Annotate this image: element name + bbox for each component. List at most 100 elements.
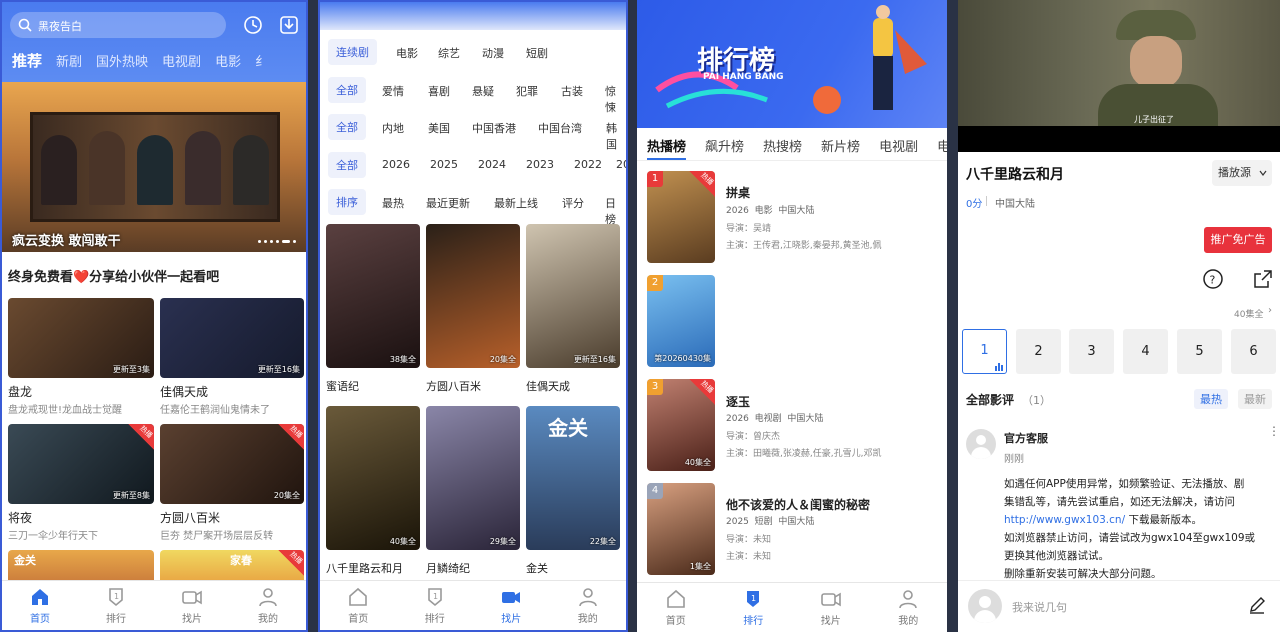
episode-button[interactable]: 3 xyxy=(1069,329,1114,374)
filter-chip[interactable]: 2024 xyxy=(478,158,506,171)
filter-chip[interactable]: 最热 xyxy=(382,195,404,211)
nav-tab-more[interactable]: 纟 xyxy=(255,51,268,71)
rank-ep: 第20260430集 xyxy=(654,354,711,363)
poster-jiaou[interactable]: 更新至16集 xyxy=(526,224,620,368)
episode-button[interactable]: 5 xyxy=(1177,329,1222,374)
tab-search[interactable]: 热搜榜 xyxy=(763,136,802,160)
nav-tab-foreign[interactable]: 国外热映 xyxy=(96,51,148,71)
filter-chip[interactable]: 美国 xyxy=(428,120,450,136)
banner[interactable]: 疯云变换 敢闯敢干 xyxy=(2,82,306,252)
find-header xyxy=(320,2,626,30)
filter-chip[interactable]: 最近更新 xyxy=(426,195,470,211)
card-desc: 盘龙戒现世!龙血战士觉醒 xyxy=(8,405,123,416)
promo-button[interactable]: 推广免广告 xyxy=(1204,227,1272,253)
nav-tab-recommend[interactable]: 推荐 xyxy=(12,50,42,71)
tab-hot[interactable]: 热播榜 xyxy=(647,136,687,160)
help-icon[interactable]: ? xyxy=(1202,268,1224,290)
episode-button[interactable]: 6 xyxy=(1231,329,1276,374)
tab-home[interactable]: 首页 xyxy=(2,581,78,630)
filter-chip[interactable]: 电影 xyxy=(396,45,418,61)
hot-badge: 热播 xyxy=(278,424,304,450)
filter-chip[interactable]: 中国香港 xyxy=(472,120,516,136)
filter-chip[interactable]: 韩国 xyxy=(606,120,626,152)
source-select[interactable]: 播放源 xyxy=(1212,160,1272,186)
tab-tv[interactable]: 电视剧 xyxy=(879,136,918,160)
poster-jinguan[interactable]: 金关 22集全 xyxy=(526,406,620,550)
rank-poster: 4 1集全 xyxy=(647,483,715,575)
filter-chip[interactable]: 2025 xyxy=(430,158,458,171)
more-icon[interactable]: ⋮ xyxy=(1268,425,1280,437)
poster-baqianli[interactable]: 40集全 xyxy=(326,406,420,550)
tab-mine[interactable]: 我的 xyxy=(550,581,627,630)
filter-chip[interactable]: 2026 xyxy=(382,158,410,171)
filter-chip[interactable]: 短剧 xyxy=(526,45,548,61)
promo-label: 推广免广告 xyxy=(1210,233,1266,246)
rank-director: 导演：未知 xyxy=(726,535,772,545)
filter-chip[interactable]: 喜剧 xyxy=(428,83,450,99)
filter-chip[interactable]: 内地 xyxy=(382,120,404,136)
filter-chip[interactable]: 排序 xyxy=(328,189,366,215)
filter-chip[interactable]: 全部 xyxy=(328,114,366,140)
card-fangyuan[interactable]: 热播 20集全 xyxy=(160,424,304,504)
search-bar[interactable]: 黑夜告白 xyxy=(10,12,226,38)
nav-tab-new[interactable]: 新剧 xyxy=(56,51,82,71)
episode-button[interactable]: 2 xyxy=(1016,329,1061,374)
filter-chip[interactable]: 中国台湾 xyxy=(538,120,582,136)
tab-mine[interactable]: 我的 xyxy=(230,581,306,630)
ranking-divider xyxy=(637,160,947,161)
filter-chip[interactable]: 2022 xyxy=(574,158,602,171)
poster-miyu[interactable]: 38集全 xyxy=(326,224,420,368)
download-icon[interactable] xyxy=(278,14,300,36)
tab-home[interactable]: 首页 xyxy=(320,581,397,630)
nav-tab-tv[interactable]: 电视剧 xyxy=(162,51,201,71)
card-panlong[interactable]: 更新至3集 xyxy=(8,298,154,378)
tab-ranking[interactable]: 1 排行 xyxy=(78,581,154,630)
episode-button[interactable]: 4 xyxy=(1123,329,1168,374)
filter-chip[interactable]: 古装 xyxy=(561,83,583,99)
nav-tab-movie[interactable]: 电影 xyxy=(215,51,241,71)
history-icon[interactable] xyxy=(242,14,264,36)
tab-rising[interactable]: 飙升榜 xyxy=(705,136,744,160)
tab-find[interactable]: 找片 xyxy=(792,583,870,632)
filter-chip[interactable]: 犯罪 xyxy=(516,83,538,99)
filter-chip[interactable]: 日榜 xyxy=(605,195,626,227)
tab-ranking[interactable]: 1 排行 xyxy=(397,581,474,630)
filter-chip[interactable]: 2023 xyxy=(526,158,554,171)
filter-chip[interactable]: 20 xyxy=(616,158,626,171)
tab-find[interactable]: 找片 xyxy=(154,581,230,630)
filter-chip[interactable]: 动漫 xyxy=(482,45,504,61)
poster-logo-text: 金关 xyxy=(548,416,588,440)
tab-new[interactable]: 新片榜 xyxy=(821,136,860,160)
card-desc: 任嘉伦王鹤润仙鬼情未了 xyxy=(160,405,270,416)
share-icon[interactable] xyxy=(1252,268,1274,290)
movie-score: 0分 xyxy=(966,199,983,210)
poster-fangyuan[interactable]: 20集全 xyxy=(426,224,520,368)
filter-chip[interactable]: 全部 xyxy=(328,77,366,103)
svg-text:1: 1 xyxy=(114,592,119,601)
tab-more[interactable]: 电 xyxy=(937,136,947,160)
comment-link[interactable]: http://www.gwx103.cn/ xyxy=(1004,514,1125,526)
video-player[interactable]: 儿子出征了 xyxy=(958,0,1280,152)
filter-chip[interactable]: 最新上线 xyxy=(494,195,538,211)
episode-button[interactable]: 1 xyxy=(962,329,1007,374)
comment-input[interactable]: 我来说几句 xyxy=(1012,599,1067,615)
edit-icon[interactable] xyxy=(1248,596,1266,614)
filter-chip[interactable]: 综艺 xyxy=(438,45,460,61)
tab-home[interactable]: 首页 xyxy=(637,583,715,632)
tab-find[interactable]: 找片 xyxy=(473,581,550,630)
filter-chip[interactable]: 评分 xyxy=(562,195,584,211)
card-jiaou[interactable]: 更新至16集 xyxy=(160,298,304,378)
sort-new[interactable]: 最新 xyxy=(1238,389,1272,409)
filter-chip[interactable]: 惊悚 xyxy=(605,83,626,115)
filter-chip[interactable]: 全部 xyxy=(328,152,366,178)
tab-ranking[interactable]: 1 排行 xyxy=(715,583,793,632)
episode-count[interactable]: 40集全 xyxy=(1234,307,1263,320)
movie-region: 中国大陆 xyxy=(995,199,1035,210)
filter-chip[interactable]: 爱情 xyxy=(382,83,404,99)
filter-chip[interactable]: 连续剧 xyxy=(328,39,377,65)
sort-hot[interactable]: 最热 xyxy=(1194,389,1228,409)
filter-chip[interactable]: 悬疑 xyxy=(472,83,494,99)
poster-yuelin[interactable]: 29集全 xyxy=(426,406,520,550)
card-jiangye[interactable]: 热播 更新至8集 xyxy=(8,424,154,504)
tab-mine[interactable]: 我的 xyxy=(870,583,948,632)
